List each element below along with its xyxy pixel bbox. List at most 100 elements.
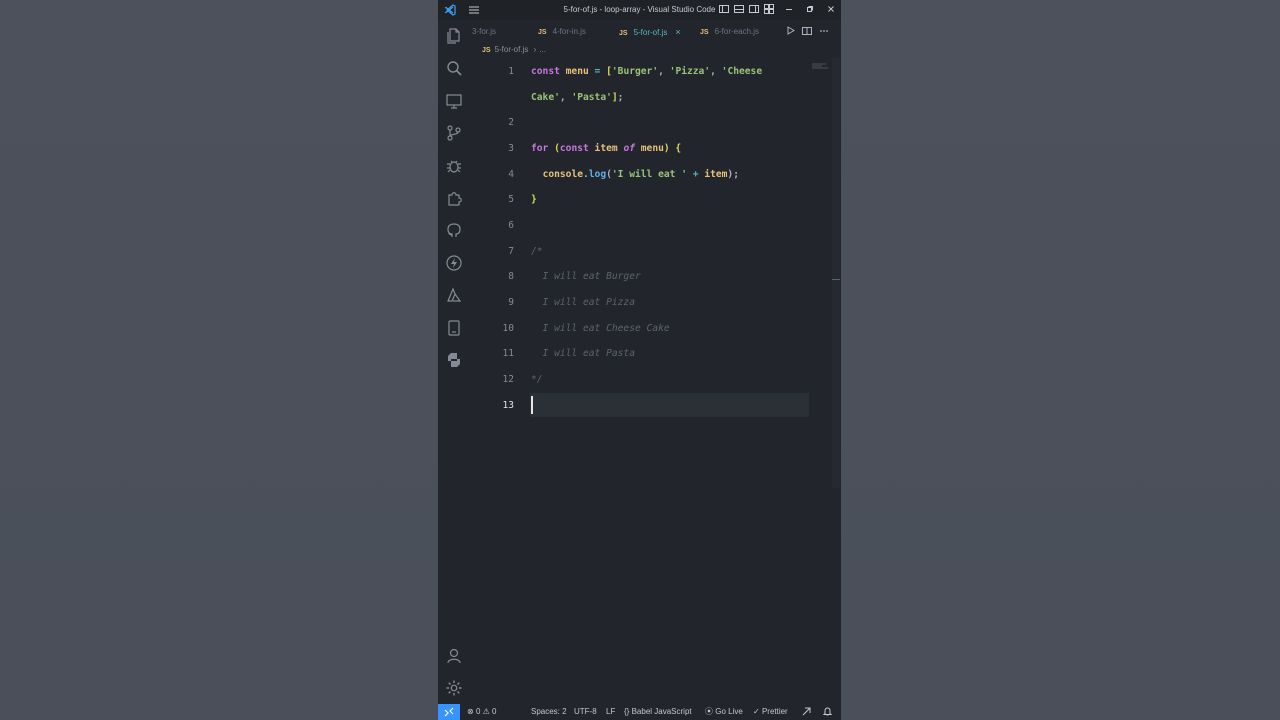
window-title: 5-for-of.js - loop-array - Visual Studio… xyxy=(563,5,716,14)
tab-label: 5-for-of.js xyxy=(633,28,668,37)
code-line: Cake', 'Pasta']; xyxy=(531,92,623,103)
remote-indicator-icon[interactable] xyxy=(438,704,460,720)
code-line: I will eat Burger xyxy=(531,271,641,282)
close-window-icon[interactable] xyxy=(825,4,837,16)
code-token: , xyxy=(710,66,722,77)
tab-5-for-of[interactable]: JS 5-for-of.js × xyxy=(619,20,681,44)
code-token: 'Burger' xyxy=(611,66,659,77)
code-token: console xyxy=(542,169,583,180)
code-token: const xyxy=(531,66,566,77)
code-token: ); xyxy=(727,169,739,180)
tab-3-for[interactable]: 3-for.js xyxy=(472,20,496,44)
line-number: 2 xyxy=(508,117,514,128)
indentation-status[interactable]: Spaces: 2 xyxy=(531,704,567,720)
problems-indicator[interactable]: ⊗ 0 ⚠ 0 xyxy=(467,704,496,720)
code-token: I will eat Cheese Cake xyxy=(531,323,670,334)
encoding-status[interactable]: UTF-8 xyxy=(574,704,597,720)
braces-icon: {} xyxy=(624,707,630,716)
code-token: ; xyxy=(617,92,624,103)
python-icon[interactable] xyxy=(445,351,463,369)
code-token: I will eat Pizza xyxy=(531,297,635,308)
notifications-bell-icon[interactable] xyxy=(822,704,833,720)
run-debug-icon[interactable] xyxy=(445,157,463,175)
source-control-icon[interactable] xyxy=(445,124,463,142)
code-token: ) { xyxy=(663,143,682,154)
code-token: I will eat Pasta xyxy=(531,348,635,359)
line-number: 7 xyxy=(508,246,514,257)
line-number-current: 13 xyxy=(502,400,514,411)
manage-gear-icon[interactable] xyxy=(445,679,463,697)
code-line: const menu = ['Burger', 'Pizza', 'Cheese xyxy=(531,66,762,77)
code-token: menu xyxy=(640,143,664,154)
minimize-icon[interactable] xyxy=(783,4,795,16)
extensions-icon[interactable] xyxy=(445,189,463,207)
editor-scrollbar[interactable] xyxy=(832,58,840,488)
line-number: 8 xyxy=(508,271,514,282)
explorer-icon[interactable] xyxy=(445,27,463,45)
run-file-icon[interactable] xyxy=(784,26,796,38)
code-line: for (const item of menu) { xyxy=(531,143,681,154)
customize-layout-icon[interactable] xyxy=(763,4,775,16)
split-editor-icon[interactable] xyxy=(801,26,813,38)
copilot-icon[interactable] xyxy=(802,704,811,720)
breadcrumb-file[interactable]: 5-for-of.js xyxy=(495,45,529,54)
code-token: Cake' xyxy=(531,92,560,103)
error-icon: ⊗ xyxy=(467,707,474,716)
js-file-icon: JS xyxy=(538,29,547,36)
restore-icon[interactable] xyxy=(804,4,816,16)
warning-count: 0 xyxy=(492,707,497,716)
go-live-button[interactable]: ⦿ Go Live xyxy=(705,704,743,720)
eol-status[interactable]: LF xyxy=(606,704,615,720)
broadcast-icon: ⦿ xyxy=(705,707,713,716)
activity-bar xyxy=(438,20,470,704)
line-number: 10 xyxy=(502,323,514,334)
language-status[interactable]: {} Babel JavaScript xyxy=(624,704,692,720)
code-token: /* xyxy=(531,246,543,257)
remote-explorer-icon[interactable] xyxy=(445,92,463,110)
code-token: I will eat Burger xyxy=(531,271,641,282)
code-token: 'Pasta' xyxy=(571,92,612,103)
code-token: item xyxy=(704,169,728,180)
more-actions-icon[interactable] xyxy=(818,26,830,38)
code-token: = xyxy=(594,66,607,77)
tab-6-for-each[interactable]: JS 6-for-each.js xyxy=(700,20,759,44)
code-line: I will eat Pizza xyxy=(531,297,635,308)
code-line: console.log('I will eat ' + item); xyxy=(531,169,739,180)
vscode-window: 5-for-of.js - loop-array - Visual Studio… xyxy=(438,0,841,720)
accounts-icon[interactable] xyxy=(445,647,463,665)
github-icon[interactable] xyxy=(445,221,463,239)
code-line: /* xyxy=(531,246,543,257)
tab-4-for-in[interactable]: JS 4-for-in.js xyxy=(538,20,586,44)
close-tab-icon[interactable]: × xyxy=(675,27,680,37)
js-file-icon: JS xyxy=(700,29,709,36)
js-file-icon: JS xyxy=(619,30,628,37)
error-count: 0 xyxy=(475,707,481,716)
line-number: 12 xyxy=(502,374,514,385)
toggle-panel-icon[interactable] xyxy=(733,4,745,16)
prettier-status[interactable]: ✓ Prettier xyxy=(753,704,788,720)
line-number: 4 xyxy=(508,169,514,180)
code-token: , xyxy=(559,92,572,103)
code-line: I will eat Pasta xyxy=(531,348,635,359)
minimap[interactable] xyxy=(812,58,830,69)
code-line: I will eat Cheese Cake xyxy=(531,323,670,334)
device-icon[interactable] xyxy=(445,319,463,337)
tab-label: 4-for-in.js xyxy=(552,27,586,36)
warning-icon: ⚠ xyxy=(482,707,490,716)
line-number: 5 xyxy=(508,194,514,205)
code-editor[interactable]: 1 2 3 4 5 6 7 8 9 10 11 12 13 const menu… xyxy=(470,58,841,704)
breadcrumb-symbols[interactable]: ... xyxy=(539,45,546,54)
breadcrumb[interactable]: JS 5-for-of.js ›... xyxy=(482,45,546,57)
toggle-sidebar-icon[interactable] xyxy=(718,4,730,16)
search-icon[interactable] xyxy=(445,59,463,77)
thunder-client-icon[interactable] xyxy=(445,254,463,272)
code-token: + xyxy=(686,169,705,180)
text-cursor xyxy=(531,396,533,414)
code-token: , xyxy=(658,66,670,77)
azure-icon[interactable] xyxy=(445,286,463,304)
status-bar: ⊗ 0 ⚠ 0 Spaces: 2 UTF-8 LF {} Babel Java… xyxy=(438,704,841,720)
editor-tabs: 3-for.js JS 4-for-in.js JS 5-for-of.js × JS… xyxy=(470,20,841,44)
code-token: 'I will eat ' xyxy=(611,169,687,180)
toggle-secondary-sidebar-icon[interactable] xyxy=(748,4,760,16)
